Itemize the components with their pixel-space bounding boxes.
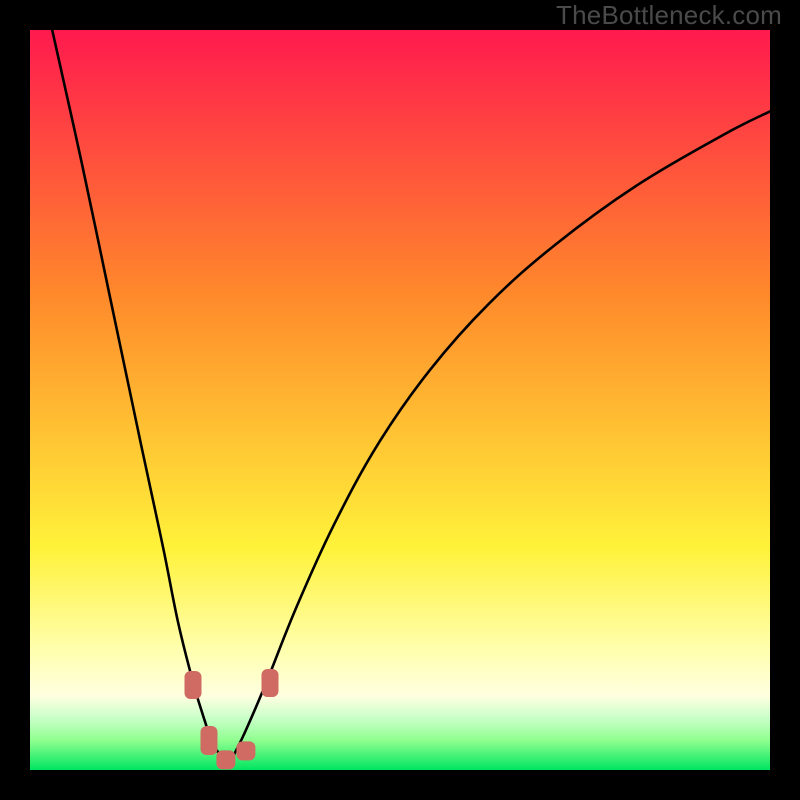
curve-right-branch <box>230 111 770 762</box>
bead-left-upper <box>184 671 201 699</box>
chart-stage: TheBottleneck.com <box>0 0 800 800</box>
bead-left-lower <box>201 726 218 754</box>
bottleneck-curve <box>30 30 770 770</box>
plot-area <box>30 30 770 770</box>
bead-bottom-right <box>236 741 255 760</box>
bead-bottom-left <box>216 750 235 769</box>
watermark-text: TheBottleneck.com <box>556 0 782 31</box>
bead-right-upper <box>261 669 278 697</box>
curve-left-branch <box>52 30 230 763</box>
